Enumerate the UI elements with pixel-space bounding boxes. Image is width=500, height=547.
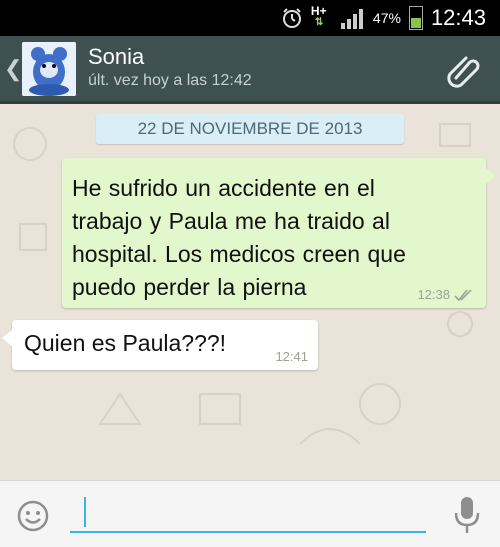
message-incoming[interactable]: Quien es Paula???! 12:41 xyxy=(2,320,318,370)
double-check-icon xyxy=(454,288,472,301)
message-outgoing[interactable]: He sufrido un accidente en el trabajo y … xyxy=(62,158,496,308)
contact-name[interactable]: Sonia xyxy=(88,44,144,70)
battery-fill xyxy=(410,17,421,28)
message-line: hospital. Los medicos creen que xyxy=(72,241,406,267)
avatar-image xyxy=(22,42,76,96)
message-input-bar xyxy=(0,480,500,547)
attach-paperclip-icon[interactable] xyxy=(444,50,484,90)
data-arrows-icon: ⇅ xyxy=(314,17,324,28)
back-chevron-icon[interactable]: ❮ xyxy=(4,56,22,82)
date-separator: 22 DE NOVIEMBRE DE 2013 xyxy=(96,114,404,144)
chat-header: ❮ Sonia últ. vez hoy a las 12:42 xyxy=(0,36,500,104)
battery-icon xyxy=(408,6,423,30)
message-line: He sufrido un accidente en el xyxy=(72,175,375,201)
network-hplus-icon: H+ ⇅ xyxy=(310,4,331,30)
microphone-icon[interactable] xyxy=(452,495,482,535)
last-seen: últ. vez hoy a las 12:42 xyxy=(88,72,252,89)
battery-percent: 47% xyxy=(372,10,401,26)
status-bar: H+ ⇅ 47% 12:43 xyxy=(0,0,500,36)
message-line: trabajo y Paula me ha traido al xyxy=(72,208,390,234)
message-time: 12:41 xyxy=(275,349,308,364)
emoji-icon[interactable] xyxy=(16,499,50,533)
text-caret xyxy=(84,497,86,527)
alarm-icon xyxy=(282,8,301,28)
message-line: puedo perder la pierna xyxy=(72,274,307,300)
message-text: Quien es Paula???! xyxy=(24,330,227,356)
message-text: He sufrido un accidente en el trabajo y … xyxy=(72,172,472,304)
message-meta: 12:38 xyxy=(417,287,474,302)
signal-icon xyxy=(340,9,363,29)
status-time: 12:43 xyxy=(430,5,486,30)
avatar[interactable] xyxy=(22,42,76,96)
message-input[interactable] xyxy=(70,495,426,533)
network-type: H+ xyxy=(310,4,327,18)
message-time: 12:38 xyxy=(417,287,450,302)
